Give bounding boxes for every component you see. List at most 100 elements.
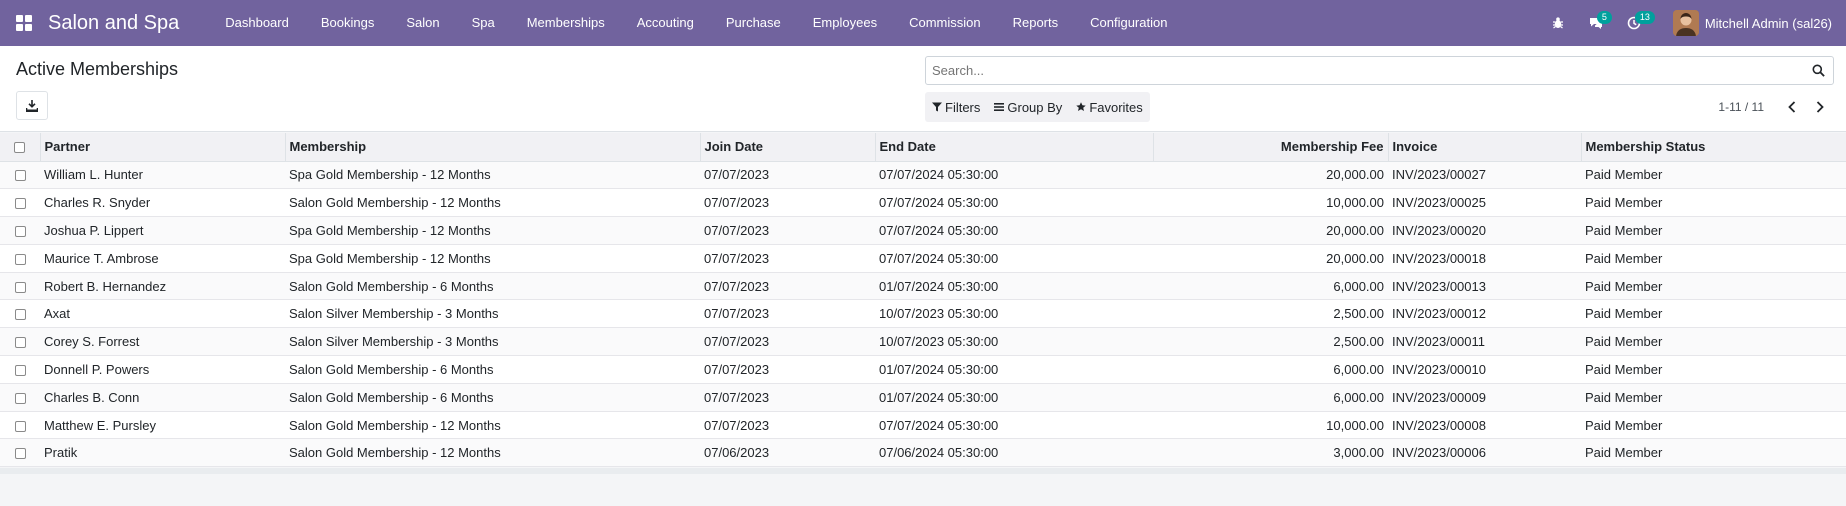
cell-invoice: INV/2023/00025 <box>1388 188 1581 218</box>
select-all-checkbox[interactable] <box>14 142 26 154</box>
page-title: Active Memberships <box>16 59 179 79</box>
row-select-cell <box>0 161 40 190</box>
table-row[interactable]: Corey S. Forrest Salon Silver Membership … <box>0 327 1846 357</box>
membership-table: Partner Membership Join Date End Date Me… <box>0 133 1846 468</box>
column-partner[interactable]: Partner <box>39 133 285 162</box>
table-row[interactable]: William L. Hunter Spa Gold Membership - 1… <box>0 161 1846 190</box>
cell-membership-fee: 6,000.00 <box>1153 383 1388 412</box>
cell-invoice: INV/2023/00008 <box>1388 411 1581 440</box>
user-name: Mitchell Admin (sal26) <box>1704 15 1832 31</box>
cell-partner: Charles B. Conn <box>40 383 285 412</box>
cell-membership-fee: 20,000.00 <box>1153 216 1388 245</box>
apps-menu-icon[interactable] <box>0 0 48 46</box>
row-checkbox[interactable] <box>14 226 26 238</box>
menu-item-spa[interactable]: Spa <box>456 0 511 46</box>
star-icon <box>1076 102 1087 111</box>
table-row[interactable]: Matthew E. Pursley Salon Gold Membership … <box>0 411 1846 440</box>
pager-previous-button[interactable] <box>1778 92 1806 122</box>
menu-item-employees[interactable]: Employees <box>797 0 893 46</box>
download-xlsx-button[interactable] <box>16 91 48 120</box>
menu-item-reports[interactable]: Reports <box>997 0 1075 46</box>
table-row[interactable]: Robert B. Hernandez Salon Gold Membership… <box>0 272 1846 301</box>
row-checkbox[interactable] <box>14 309 26 321</box>
cell-membership: Spa Gold Membership - 12 Months <box>285 161 700 190</box>
pager: 1-11 / 11 <box>1718 92 1834 122</box>
cell-invoice: INV/2023/00012 <box>1388 299 1581 329</box>
menu-item-accouting[interactable]: Accouting <box>621 0 710 46</box>
table-row[interactable]: Maurice T. Ambrose Spa Gold Membership - … <box>0 244 1846 273</box>
table-row[interactable]: Axat Salon Silver Membership - 3 Months 07… <box>0 299 1846 329</box>
filters-button[interactable]: Filters <box>925 92 987 122</box>
cell-end-date: 10/07/2023 05:30:00 <box>875 327 1153 357</box>
user-menu[interactable]: Mitchell Admin (sal26) <box>1653 10 1846 36</box>
table-row[interactable]: Pratik Salon Gold Membership - 12 Months 0… <box>0 438 1846 468</box>
membership-list: Partner Membership Join Date End Date Me… <box>0 133 1846 468</box>
column-membership[interactable]: Membership <box>284 133 700 162</box>
cell-join-date: 07/07/2023 <box>700 383 875 412</box>
search-input[interactable] <box>926 57 1796 84</box>
column-join-date[interactable]: Join Date <box>699 133 875 162</box>
table-row[interactable]: Charles R. Snyder Salon Gold Membership -… <box>0 188 1846 218</box>
row-select-cell <box>0 327 40 357</box>
cell-partner: Joshua P. Lippert <box>40 216 285 245</box>
row-select-cell <box>0 272 40 301</box>
menu-item-dashboard[interactable]: Dashboard <box>209 0 305 46</box>
row-checkbox[interactable] <box>14 448 26 460</box>
cell-membership-status: Paid Member <box>1581 327 1846 357</box>
cell-end-date: 01/07/2024 05:30:00 <box>875 272 1153 301</box>
pager-value[interactable]: 1-11 / 11 <box>1718 100 1764 114</box>
activities-icon[interactable]: 13 <box>1615 0 1655 46</box>
cell-join-date: 07/07/2023 <box>700 299 875 329</box>
cell-membership-fee: 6,000.00 <box>1153 355 1388 384</box>
row-checkbox[interactable] <box>14 365 26 377</box>
cell-membership: Salon Gold Membership - 6 Months <box>285 383 700 412</box>
group-by-button[interactable]: Group By <box>987 92 1069 122</box>
row-checkbox[interactable] <box>14 170 26 182</box>
row-checkbox[interactable] <box>14 420 26 432</box>
app-brand[interactable]: Salon and Spa <box>48 12 179 35</box>
menu-item-bookings[interactable]: Bookings <box>305 0 390 46</box>
select-all-cell <box>0 133 40 162</box>
control-panel: Active Memberships Filters Group By Favo… <box>0 46 1846 132</box>
cell-join-date: 07/07/2023 <box>700 327 875 357</box>
menu-item-purchase[interactable]: Purchase <box>710 0 797 46</box>
menu-item-configuration[interactable]: Configuration <box>1074 0 1183 46</box>
column-end-date[interactable]: End Date <box>874 133 1153 162</box>
menu-item-memberships[interactable]: Memberships <box>511 0 621 46</box>
messages-badge: 5 <box>1596 11 1612 24</box>
cell-membership: Spa Gold Membership - 12 Months <box>285 216 700 245</box>
cell-partner: Axat <box>40 299 285 329</box>
cell-join-date: 07/07/2023 <box>700 161 875 190</box>
favorites-button[interactable]: Favorites <box>1069 92 1149 122</box>
cell-join-date: 07/07/2023 <box>700 244 875 273</box>
row-select-cell <box>0 355 40 384</box>
row-checkbox[interactable] <box>14 281 26 293</box>
column-membership-fee[interactable]: Membership Fee <box>1152 133 1388 162</box>
column-invoice[interactable]: Invoice <box>1387 133 1581 162</box>
table-header-row: Partner Membership Join Date End Date Me… <box>0 133 1846 162</box>
row-checkbox[interactable] <box>14 337 26 349</box>
row-select-cell <box>0 383 40 412</box>
table-body: William L. Hunter Spa Gold Membership - 1… <box>0 161 1846 468</box>
messages-icon[interactable]: 5 <box>1577 0 1615 46</box>
cell-end-date: 07/07/2024 05:30:00 <box>875 216 1153 245</box>
cell-partner: Robert B. Hernandez <box>40 272 285 301</box>
cell-membership-fee: 3,000.00 <box>1153 438 1388 468</box>
menu-item-salon[interactable]: Salon <box>390 0 455 46</box>
cell-invoice: INV/2023/00011 <box>1388 327 1581 357</box>
cell-join-date: 07/07/2023 <box>700 216 875 245</box>
row-checkbox[interactable] <box>14 198 26 210</box>
row-checkbox[interactable] <box>14 253 26 265</box>
table-row[interactable]: Joshua P. Lippert Spa Gold Membership - 1… <box>0 216 1846 245</box>
row-select-cell <box>0 438 40 468</box>
table-row[interactable]: Donnell P. Powers Salon Gold Membership -… <box>0 355 1846 384</box>
menu-item-commission[interactable]: Commission <box>893 0 997 46</box>
pager-next-button[interactable] <box>1806 92 1834 122</box>
bug-icon[interactable] <box>1539 0 1577 46</box>
table-row[interactable]: Charles B. Conn Salon Gold Membership - 6… <box>0 383 1846 412</box>
column-membership-status[interactable]: Membership Status <box>1580 133 1846 162</box>
cell-membership-status: Paid Member <box>1581 161 1846 190</box>
search-icon[interactable] <box>1803 57 1833 84</box>
cell-membership: Salon Silver Membership - 3 Months <box>285 299 700 329</box>
row-checkbox[interactable] <box>14 392 26 404</box>
